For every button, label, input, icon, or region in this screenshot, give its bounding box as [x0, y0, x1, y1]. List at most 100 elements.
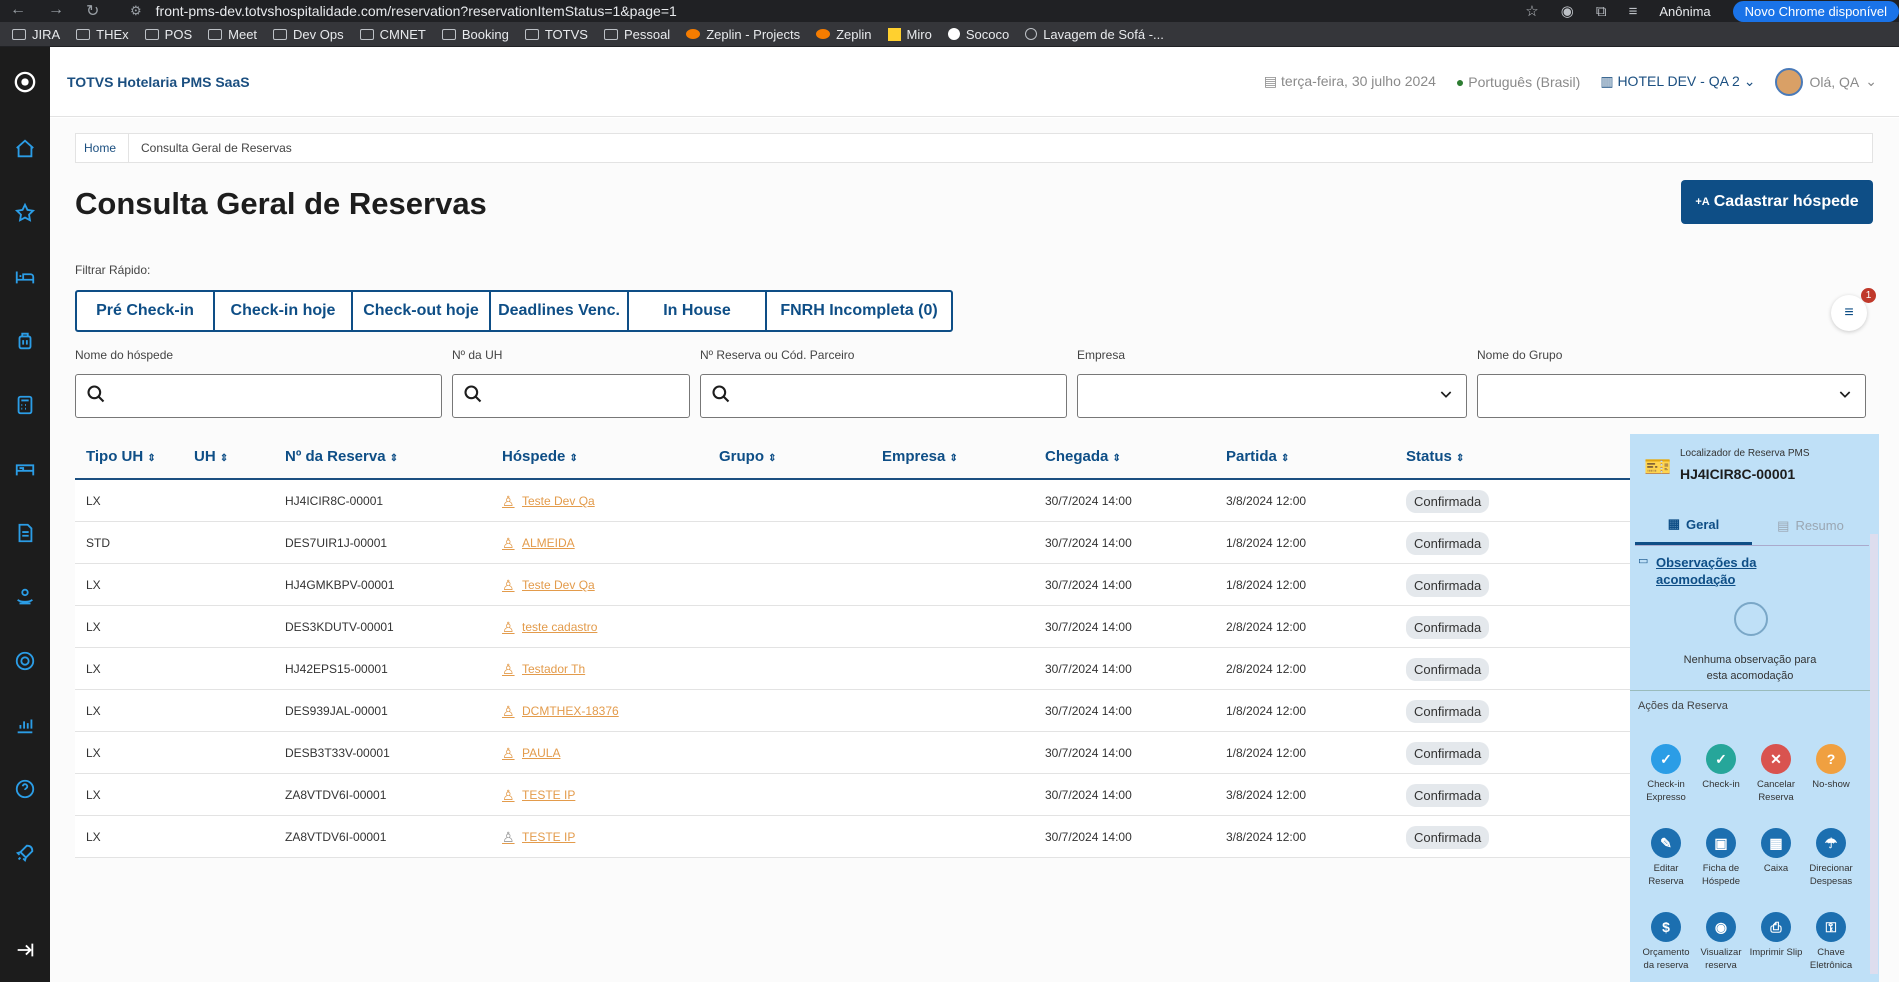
- print-slip-action[interactable]: ⎙ Imprimir Slip: [1748, 912, 1804, 959]
- reports-icon[interactable]: [0, 693, 50, 757]
- guest-card-action[interactable]: ▣ Ficha de Hóspede: [1693, 828, 1749, 888]
- target-icon[interactable]: [0, 629, 50, 693]
- bookmark[interactable]: Zeplin - Projects: [678, 27, 808, 42]
- sort-icon: ⇕: [389, 452, 399, 464]
- budget-action[interactable]: $ Orçamento da reserva: [1638, 912, 1694, 972]
- document-icon[interactable]: [0, 501, 50, 565]
- column-partida[interactable]: Partida ⇕: [1226, 448, 1289, 465]
- register-guest-button[interactable]: +A Cadastrar hóspede: [1681, 180, 1873, 224]
- hotel-selector[interactable]: ▥ HOTEL DEV - QA 2 ⌄: [1600, 73, 1755, 90]
- column-reserva[interactable]: Nº da Reserva ⇕: [285, 448, 398, 465]
- guest-link[interactable]: ♙ Testador Th: [502, 661, 585, 677]
- bookmark[interactable]: THEx: [68, 27, 137, 42]
- update-button[interactable]: Novo Chrome disponível: [1732, 0, 1899, 22]
- table-row[interactable]: LX DES939JAL-00001 ♙ DCMTHEX-18376 30/7/2024…: [75, 690, 1653, 732]
- table-row[interactable]: LX HJ4ICIR8C-00001 ♙ Teste Dev Qa 30/7/2024 …: [75, 480, 1653, 522]
- bookmark[interactable]: POS: [137, 27, 200, 42]
- quick-filter-in-house[interactable]: In House: [629, 292, 767, 330]
- bookmark[interactable]: Zeplin: [808, 27, 879, 42]
- forward-icon[interactable]: →: [48, 1, 64, 21]
- column-uh[interactable]: UH ⇕: [194, 448, 228, 465]
- housekeeping-icon[interactable]: [0, 565, 50, 629]
- checkin-express-action[interactable]: ✓ Check-in Expresso: [1638, 744, 1694, 804]
- uh-number-input[interactable]: [452, 374, 690, 418]
- quick-filter-deadlines[interactable]: Deadlines Venc.: [491, 292, 629, 330]
- no-show-action[interactable]: ? No-show: [1803, 744, 1859, 791]
- reload-icon[interactable]: ↻: [86, 1, 99, 21]
- column-hospede[interactable]: Hóspede ⇕: [502, 448, 578, 465]
- star-icon[interactable]: ☆: [1525, 2, 1538, 20]
- calculator-icon[interactable]: [0, 373, 50, 437]
- bookmark[interactable]: Booking: [434, 27, 517, 42]
- bookmark[interactable]: Dev Ops: [265, 27, 352, 42]
- menu-list-icon[interactable]: ≡: [1629, 3, 1638, 20]
- home-icon[interactable]: [0, 117, 50, 181]
- room-icon[interactable]: [0, 437, 50, 501]
- table-row[interactable]: STD DES7UIR1J-00001 ♙ ALMEIDA 30/7/2024 14:0…: [75, 522, 1653, 564]
- guest-link[interactable]: ♙ PAULA: [502, 745, 560, 761]
- column-chegada[interactable]: Chegada ⇕: [1045, 448, 1121, 465]
- tab-resumo[interactable]: ▤ Resumo: [1752, 506, 1869, 545]
- luggage-icon[interactable]: [0, 309, 50, 373]
- bookmark[interactable]: TOTVS: [517, 27, 596, 42]
- cancel-reservation-action[interactable]: ✕ Cancelar Reserva: [1748, 744, 1804, 804]
- help-icon[interactable]: [0, 757, 50, 821]
- table-row[interactable]: LX DES3KDUTV-00001 ♙ teste cadastro 30/7/202…: [75, 606, 1653, 648]
- quick-filter-pre-checkin[interactable]: Pré Check-in: [77, 292, 215, 330]
- rocket-icon[interactable]: [0, 821, 50, 885]
- expand-sidebar-icon[interactable]: [0, 918, 50, 982]
- breadcrumb-home[interactable]: Home: [76, 134, 130, 162]
- table-row[interactable]: LX DESB3T33V-00001 ♙ PAULA 30/7/2024 14:00 1/…: [75, 732, 1653, 774]
- back-icon[interactable]: ←: [10, 1, 26, 21]
- app-logo-icon[interactable]: [0, 47, 50, 117]
- checkin-action[interactable]: ✓ Check-in: [1693, 744, 1749, 791]
- electronic-key-action[interactable]: ⚿ Chave Eletrônica: [1803, 912, 1859, 972]
- panel-scrollbar[interactable]: [1870, 534, 1878, 974]
- tab-geral[interactable]: ▦ Geral: [1635, 506, 1752, 545]
- quick-filter-checkout-today[interactable]: Check-out hoje: [353, 292, 491, 330]
- guest-link[interactable]: ♙ TESTE IP: [502, 787, 575, 803]
- observations-link[interactable]: Observações da acomodação: [1656, 554, 1776, 588]
- column-status[interactable]: Status ⇕: [1406, 448, 1464, 465]
- company-select[interactable]: [1077, 374, 1467, 418]
- column-empresa[interactable]: Empresa ⇕: [882, 448, 958, 465]
- guest-link[interactable]: ♙ Teste Dev Qa: [502, 577, 595, 593]
- guest-link[interactable]: ♙ Teste Dev Qa: [502, 493, 595, 509]
- user-menu[interactable]: Olá, QA ⌄: [1775, 67, 1877, 96]
- view-reservation-action[interactable]: ◉ Visualizar reserva: [1693, 912, 1749, 972]
- quick-filter-checkin-today[interactable]: Check-in hoje: [215, 292, 353, 330]
- quick-filter-fnrh[interactable]: FNRH Incompleta (0): [767, 292, 951, 330]
- filter-button[interactable]: ≡: [1831, 295, 1867, 331]
- bookmark[interactable]: CMNET: [352, 27, 434, 42]
- bookmark[interactable]: JIRA: [4, 27, 68, 42]
- edit-reservation-action[interactable]: ✎ Editar Reserva: [1638, 828, 1694, 888]
- column-grupo[interactable]: Grupo ⇕: [719, 448, 777, 465]
- table-row[interactable]: LX HJ4GMKBPV-00001 ♙ Teste Dev Qa 30/7/2024 …: [75, 564, 1653, 606]
- bookmark[interactable]: Lavagem de Sofá -...: [1017, 27, 1172, 42]
- address-bar[interactable]: ⚙ front-pms-dev.totvshospitalidade.com/r…: [130, 3, 677, 19]
- site-info-icon[interactable]: ⚙: [130, 3, 142, 19]
- cashier-action[interactable]: ▦ Caixa: [1748, 828, 1804, 875]
- extension-icon[interactable]: ⧉: [1596, 3, 1607, 20]
- guest-link[interactable]: ♙ teste cadastro: [502, 619, 597, 635]
- group-name-select[interactable]: [1477, 374, 1866, 418]
- table-row[interactable]: LX ZA8VTDV6I-00001 ♙ TESTE IP 30/7/2024 14:0…: [75, 816, 1653, 858]
- guest-link[interactable]: ♙ TESTE IP: [502, 829, 575, 845]
- guest-name-input[interactable]: [75, 374, 442, 418]
- column-tipo-uh[interactable]: Tipo UH ⇕: [86, 448, 156, 465]
- bookmark[interactable]: Pessoal: [596, 27, 678, 42]
- incognito-label[interactable]: Anônima: [1659, 4, 1710, 19]
- guest-link[interactable]: ♙ DCMTHEX-18376: [502, 703, 619, 719]
- bookmark[interactable]: Sococo: [940, 27, 1017, 42]
- star-icon[interactable]: [0, 181, 50, 245]
- bed-icon[interactable]: [0, 245, 50, 309]
- table-row[interactable]: LX ZA8VTDV6I-00001 ♙ TESTE IP 30/7/2024 14:0…: [75, 774, 1653, 816]
- language-selector[interactable]: ● Português (Brasil): [1456, 74, 1580, 90]
- reservation-number-input[interactable]: [700, 374, 1067, 418]
- direct-expenses-action[interactable]: ☂ Direcionar Despesas: [1803, 828, 1859, 888]
- camera-icon[interactable]: ◉: [1561, 2, 1574, 20]
- bookmark[interactable]: Miro: [880, 27, 940, 42]
- bookmark[interactable]: Meet: [200, 27, 265, 42]
- table-row[interactable]: LX HJ42EPS15-00001 ♙ Testador Th 30/7/2024 1…: [75, 648, 1653, 690]
- guest-link[interactable]: ♙ ALMEIDA: [502, 535, 575, 551]
